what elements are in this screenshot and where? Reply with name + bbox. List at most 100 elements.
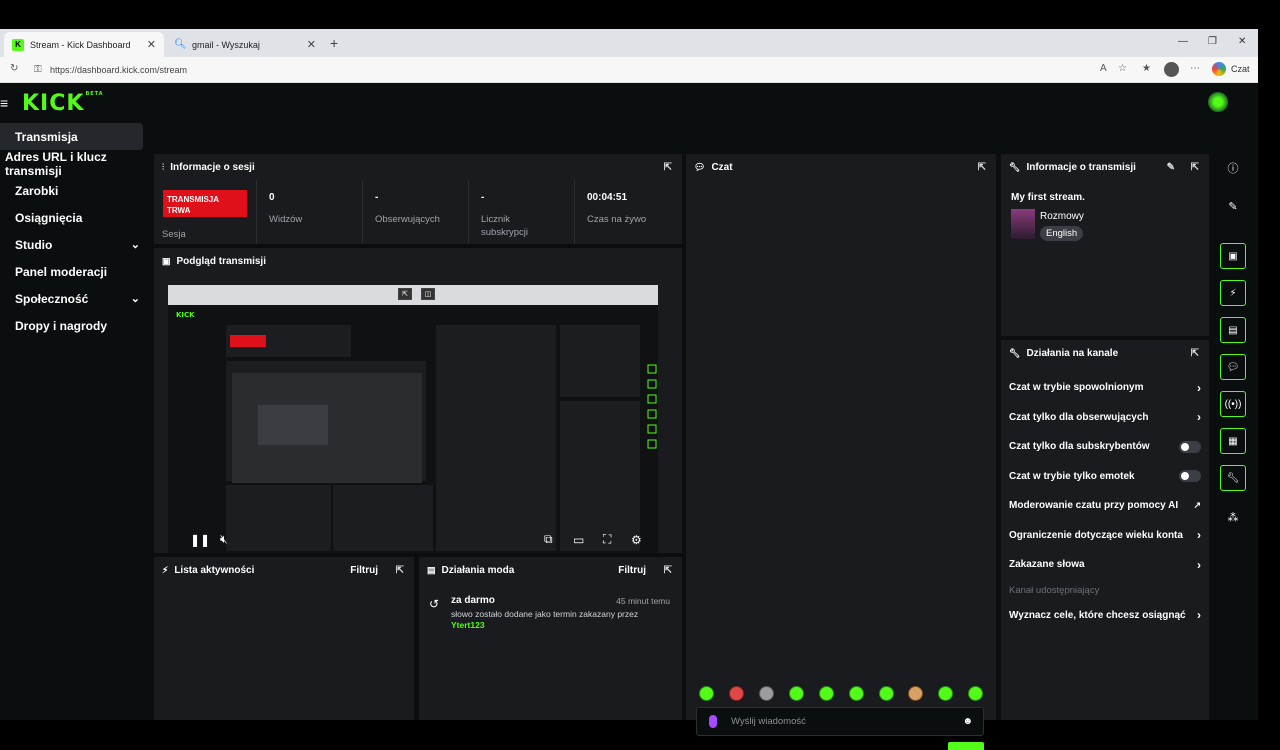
- chevron-right-icon: ›: [1197, 528, 1201, 543]
- url-text: https://dashboard.kick.com/stream: [50, 65, 188, 75]
- favorite-icon[interactable]: ☆: [1118, 63, 1127, 74]
- broadcast-toggle-icon[interactable]: ((•)): [1220, 391, 1246, 417]
- user-avatar[interactable]: [1208, 92, 1228, 112]
- read-aloud-icon[interactable]: A: [1100, 63, 1107, 74]
- tab-title: Stream - Kick Dashboard: [30, 39, 131, 50]
- edit-icon[interactable]: ✎: [1167, 162, 1175, 173]
- emote-only-toggle[interactable]: [1179, 470, 1201, 483]
- popout-icon[interactable]: ⇱: [664, 162, 672, 173]
- sidebar-item-achievements[interactable]: Osiągnięcia: [0, 204, 150, 231]
- chat-toggle-icon[interactable]: 💬︎: [1220, 354, 1246, 380]
- menu-icon[interactable]: ≡: [0, 95, 8, 111]
- close-tab-icon[interactable]: ✕: [307, 38, 316, 51]
- chat-message-input[interactable]: Wyślij wiadomość ☻: [696, 707, 984, 736]
- new-tab-icon[interactable]: +: [330, 35, 338, 51]
- search-favicon-icon: 🔍︎: [174, 38, 187, 50]
- layout-toggle-icon[interactable]: ▦: [1220, 428, 1246, 454]
- site-info-icon[interactable]: ⚿: [34, 64, 42, 75]
- document-icon: ▤: [427, 564, 436, 575]
- emote-icon[interactable]: [968, 686, 983, 701]
- emote-icon[interactable]: [729, 686, 744, 701]
- tools-toggle-icon[interactable]: 🔧︎: [1220, 465, 1246, 491]
- emote-icon[interactable]: [789, 686, 804, 701]
- info-icon[interactable]: ⓘ: [1220, 155, 1246, 181]
- mod-actions-toggle-icon[interactable]: ▤: [1220, 317, 1246, 343]
- top-bar: ≡ KICKBETA: [0, 83, 1258, 123]
- sidebar-item-drops[interactable]: Dropy i nagrody: [0, 312, 150, 339]
- maximize-icon[interactable]: ❐: [1208, 36, 1217, 47]
- popout-icon[interactable]: ⇱: [664, 565, 672, 576]
- more-widgets-icon[interactable]: ⁂: [1220, 504, 1246, 530]
- url-field[interactable]: ⚿ https://dashboard.kick.com/stream: [30, 60, 1120, 80]
- ai-moderation-item[interactable]: Moderowanie czatu przy pomocy AI ↗: [1001, 491, 1209, 521]
- favorites-bar-icon[interactable]: ★: [1142, 63, 1151, 74]
- send-button[interactable]: [948, 742, 984, 750]
- sidebar-item-url-key[interactable]: Adres URL i klucz transmisji: [0, 150, 150, 178]
- chevron-down-icon: ⌄: [130, 239, 140, 251]
- filter-button[interactable]: Filtruj: [618, 565, 646, 576]
- stats-icon: ⫶: [162, 161, 165, 172]
- profile-avatar[interactable]: [1164, 62, 1179, 77]
- minimize-icon[interactable]: —: [1178, 36, 1188, 47]
- stream-preview-video[interactable]: KICK ⇱ ◫ ❚❚ 🔇︎ ⧉ ▭ ⛶ ⚙: [168, 285, 658, 553]
- copilot-button[interactable]: Czat: [1212, 62, 1250, 76]
- sidebar-item-community[interactable]: Społeczność ⌄: [0, 285, 150, 312]
- emote-icon[interactable]: [938, 686, 953, 701]
- preview-content: KICK: [168, 305, 658, 553]
- close-window-icon[interactable]: ✕: [1238, 36, 1246, 47]
- sidebar-item-studio[interactable]: Studio ⌄: [0, 231, 150, 258]
- emoji-icon[interactable]: ☻: [962, 716, 973, 727]
- emote-icon[interactable]: [819, 686, 834, 701]
- activity-toggle-icon[interactable]: ⚡︎: [1220, 280, 1246, 306]
- sidebar-item-earnings[interactable]: Zarobki: [0, 177, 150, 204]
- panel-header: ▤ Działania moda Filtruj ⇱: [419, 557, 682, 583]
- sidebar-item-transmisja[interactable]: Transmisja: [0, 123, 143, 150]
- followers-only-item[interactable]: Czat tylko dla obserwujących ›: [1001, 403, 1209, 433]
- browser-tab-gmail[interactable]: 🔍︎ gmail - Wyszukaj ✕: [166, 32, 324, 57]
- session-label: Sesja: [162, 229, 186, 240]
- fullscreen-icon[interactable]: ⛶: [603, 532, 611, 547]
- account-age-item[interactable]: Ograniczenie dotyczące wieku konta ›: [1001, 521, 1209, 551]
- sidebar-item-moderation[interactable]: Panel moderacji: [0, 258, 150, 285]
- screenshot-icon[interactable]: ◫: [421, 288, 435, 300]
- bolt-icon: ⚡︎: [162, 564, 169, 575]
- mute-icon[interactable]: 🔇︎: [220, 532, 228, 547]
- subscribers-only-item: Czat tylko dla subskrybentów: [1001, 432, 1209, 462]
- kick-logo[interactable]: KICKBETA: [22, 91, 104, 116]
- chat-icon: 💬︎: [694, 161, 706, 172]
- session-info-toggle-icon[interactable]: ▣: [1220, 243, 1246, 269]
- emote-icon[interactable]: [849, 686, 864, 701]
- popout-icon[interactable]: ⇱: [1191, 162, 1199, 173]
- banned-words-item[interactable]: Zakazane słowa ›: [1001, 550, 1209, 580]
- chevron-right-icon: ›: [1197, 410, 1201, 425]
- reload-icon[interactable]: ↻: [10, 63, 18, 74]
- edit-icon[interactable]: ✎: [1220, 193, 1246, 219]
- theater-mode-icon[interactable]: ▭: [573, 533, 584, 547]
- filter-button[interactable]: Filtruj: [350, 565, 378, 576]
- popout-icon[interactable]: ⇱: [398, 288, 412, 300]
- emote-icon[interactable]: [879, 686, 894, 701]
- category-name[interactable]: Rozmowy: [1040, 211, 1084, 222]
- settings-icon[interactable]: ⚙: [631, 533, 642, 547]
- emote-icon[interactable]: [908, 686, 923, 701]
- session-stats: TRANSMISJA TRWA Sesja 0 Widzów - Obserwu…: [154, 180, 682, 244]
- popout-icon[interactable]: ⇱: [978, 162, 986, 173]
- picture-in-picture-icon[interactable]: ⧉: [544, 532, 553, 547]
- more-icon[interactable]: ⋯: [1190, 63, 1200, 74]
- goals-item[interactable]: Wyznacz cele, które chcesz osiągnąć ›: [1001, 601, 1209, 631]
- subscribers-only-toggle[interactable]: [1179, 440, 1201, 453]
- stream-title: My first stream.: [1011, 192, 1085, 203]
- popout-icon[interactable]: ⇱: [396, 565, 404, 576]
- subs-stat: - Licznik subskrypcji: [469, 180, 575, 244]
- close-tab-icon[interactable]: ✕: [147, 38, 156, 51]
- slow-mode-item[interactable]: Czat w trybie spowolnionym ›: [1001, 373, 1209, 403]
- camera-icon: ▣: [162, 255, 171, 266]
- moderator-name[interactable]: Ytert123: [451, 620, 485, 630]
- emote-icon[interactable]: [759, 686, 774, 701]
- browser-tab-kick[interactable]: K Stream - Kick Dashboard ✕: [4, 32, 164, 57]
- microphone-icon[interactable]: [709, 715, 717, 728]
- pause-icon[interactable]: ❚❚: [190, 533, 210, 547]
- emote-icon[interactable]: [699, 686, 714, 701]
- panel-header: 🔧︎ Informacje o transmisji ✎ ⇱: [1001, 154, 1209, 180]
- popout-icon[interactable]: ⇱: [1191, 348, 1199, 359]
